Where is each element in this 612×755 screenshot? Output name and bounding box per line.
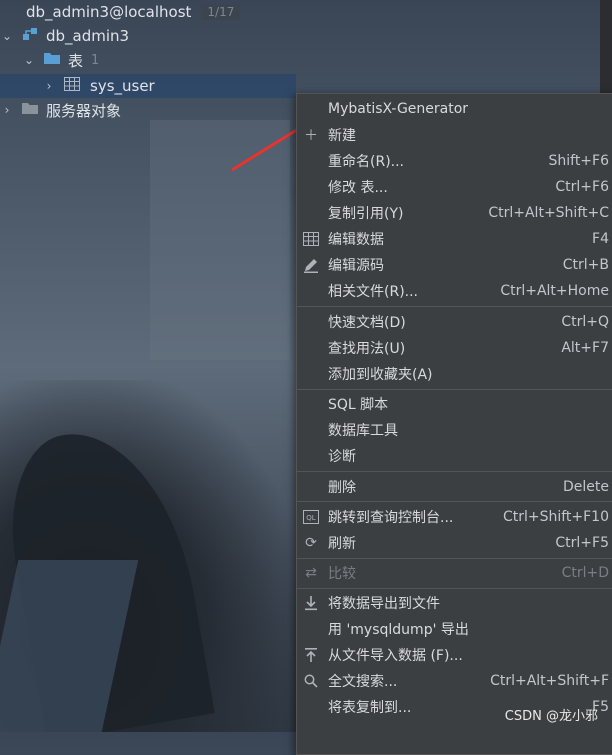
menu-item-refresh[interactable]: ⟳ 刷新 Ctrl+F5	[297, 530, 612, 556]
sys-user-label: sys_user	[90, 77, 155, 95]
menu-item-shortcut: Ctrl+B	[562, 257, 609, 273]
menu-item-full-text-search[interactable]: 全文搜索... Ctrl+Alt+Shift+F	[297, 668, 612, 694]
menu-item-copy-reference[interactable]: 复制引用(Y) Ctrl+Alt+Shift+C	[297, 200, 612, 226]
menu-separator	[297, 389, 612, 390]
menu-item-label: 数据库工具	[328, 423, 398, 439]
menu-item-label: 修改 表...	[328, 180, 388, 196]
menu-item-label: 用 'mysqldump' 导出	[328, 622, 469, 638]
table-icon	[64, 77, 82, 95]
chevron-down-icon[interactable]: ⌄	[0, 29, 14, 43]
menu-item-label: 将表复制到...	[328, 700, 412, 716]
menu-item-shortcut: Ctrl+Alt+Home	[500, 283, 609, 299]
menu-item-add-to-favorites[interactable]: 添加到收藏夹(A) ▶	[297, 361, 612, 387]
search-icon	[303, 673, 319, 689]
menu-item-database-tools[interactable]: 数据库工具 ▶	[297, 417, 612, 443]
chevron-right-icon[interactable]: ›	[42, 79, 56, 93]
menu-item-shortcut: Ctrl+F5	[555, 535, 609, 551]
menu-item-mysqldump-export[interactable]: 用 'mysqldump' 导出	[297, 616, 612, 642]
tree-row-server-objects[interactable]: › 服务器对象	[0, 98, 121, 122]
menu-separator	[297, 501, 612, 502]
menu-item-shortcut: Ctrl+F6	[555, 179, 609, 195]
menu-item-label: 编辑数据	[328, 232, 384, 248]
watermark-text: CSDN @龙小邪	[504, 709, 598, 724]
menu-item-shortcut: Alt+F7	[561, 340, 609, 356]
database-label: db_admin3	[46, 27, 130, 45]
menu-item-label: 跳转到查询控制台...	[328, 510, 454, 526]
menu-item-import-from-file[interactable]: 从文件导入数据 (F)...	[297, 642, 612, 668]
menu-item-mybatisx-generator[interactable]: MybatisX-Generator	[297, 96, 612, 122]
menu-item-shortcut: Ctrl+Shift+F10	[502, 509, 609, 525]
chevron-right-icon[interactable]: ›	[0, 103, 14, 117]
menu-item-label: MybatisX-Generator	[328, 101, 469, 117]
tree-row-sys-user[interactable]: › sys_user	[0, 74, 155, 98]
table-grid-icon	[303, 231, 319, 247]
compare-icon: ⇄	[305, 565, 317, 581]
menu-separator	[297, 588, 612, 589]
menu-item-modify-table[interactable]: 修改 表... Ctrl+F6	[297, 174, 612, 200]
menu-item-label: 将数据导出到文件	[328, 596, 440, 612]
menu-item-label: 编辑源码	[328, 258, 384, 274]
menu-item-rename[interactable]: 重命名(R)... Shift+F6	[297, 148, 612, 174]
menu-item-label: 快速文档(D)	[328, 315, 406, 331]
tree-row-database[interactable]: ⌄ db_admin3	[0, 24, 129, 48]
menu-item-label: 添加到收藏夹(A)	[328, 367, 433, 383]
menu-item-label: 查找用法(U)	[328, 341, 406, 357]
side-tool-strip	[600, 0, 612, 93]
menu-item-delete[interactable]: 删除 Delete	[297, 474, 612, 500]
plus-icon: ＋	[304, 128, 318, 144]
menu-item-label: 诊断	[328, 449, 356, 465]
menu-item-new[interactable]: ＋ 新建 ▶	[297, 122, 612, 148]
menu-item-compare[interactable]: ⇄ 比较 Ctrl+D	[297, 560, 612, 586]
menu-item-label: 新建	[328, 128, 356, 144]
menu-item-quick-doc[interactable]: 快速文档(D) Ctrl+Q	[297, 309, 612, 335]
schema-icon	[22, 26, 40, 46]
svg-text:QL: QL	[306, 514, 316, 522]
menu-item-jump-to-console[interactable]: QL 跳转到查询控制台... Ctrl+Shift+F10	[297, 504, 612, 530]
folder-icon	[44, 51, 62, 69]
tree-row-tables-folder[interactable]: ⌄ 表 1	[0, 48, 99, 72]
folder-icon	[22, 101, 40, 119]
chevron-down-icon[interactable]: ⌄	[22, 53, 36, 67]
tables-count: 1	[91, 52, 100, 68]
server-objects-label: 服务器对象	[46, 101, 122, 120]
menu-item-diagnostics[interactable]: 诊断 ▶	[297, 443, 612, 469]
connection-label: db_admin3@localhost	[26, 3, 192, 21]
menu-item-edit-data[interactable]: 编辑数据 F4	[297, 226, 612, 252]
menu-item-label: 相关文件(R)...	[328, 284, 419, 300]
menu-separator	[297, 471, 612, 472]
menu-item-label: 复制引用(Y)	[328, 206, 404, 222]
connection-badge: 1/17	[201, 4, 241, 20]
ql-console-icon: QL	[303, 509, 319, 525]
menu-item-shortcut: Ctrl+Alt+Shift+C	[488, 205, 609, 221]
menu-item-label: 比较	[328, 566, 356, 582]
menu-item-related-files[interactable]: 相关文件(R)... Ctrl+Alt+Home	[297, 278, 612, 304]
menu-item-shortcut: Ctrl+Alt+Shift+F	[490, 673, 609, 689]
menu-item-shortcut: F4	[592, 231, 609, 247]
menu-item-edit-source[interactable]: 编辑源码 Ctrl+B	[297, 252, 612, 278]
menu-item-shortcut: Ctrl+Q	[561, 314, 609, 330]
menu-item-label: 删除	[328, 480, 356, 496]
menu-item-find-usages[interactable]: 查找用法(U) Alt+F7	[297, 335, 612, 361]
menu-item-shortcut: Delete	[563, 479, 609, 495]
menu-item-shortcut: Shift+F6	[548, 153, 609, 169]
menu-item-shortcut: Ctrl+D	[561, 565, 609, 581]
context-menu: MybatisX-Generator ＋ 新建 ▶ 重命名(R)... Shif…	[296, 93, 612, 755]
menu-separator	[297, 558, 612, 559]
tree-row-connection[interactable]: db_admin3@localhost 1/17	[0, 0, 241, 24]
menu-item-label: 刷新	[328, 536, 356, 552]
download-icon	[303, 595, 319, 611]
menu-separator	[297, 306, 612, 307]
menu-item-export-to-file[interactable]: 将数据导出到文件	[297, 590, 612, 616]
pencil-icon	[303, 257, 319, 273]
menu-item-label: 全文搜索...	[328, 674, 398, 690]
menu-item-sql-scripts[interactable]: SQL 脚本 ▶	[297, 391, 612, 417]
upload-icon	[303, 647, 319, 663]
tables-folder-label: 表	[68, 51, 84, 70]
menu-item-label: 重命名(R)...	[328, 154, 405, 170]
refresh-icon: ⟳	[305, 535, 317, 551]
menu-item-label: SQL 脚本	[328, 397, 389, 413]
menu-item-label: 从文件导入数据 (F)...	[328, 648, 463, 664]
